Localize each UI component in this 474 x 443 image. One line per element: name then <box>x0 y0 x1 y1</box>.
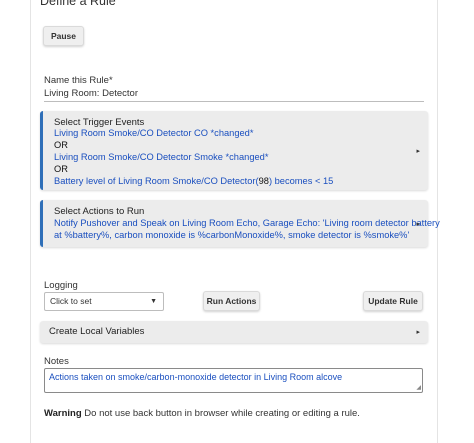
caret-right-icon: ▸ <box>416 221 420 228</box>
notes-textarea[interactable]: Actions taken on smoke/carbon-monoxide d… <box>44 368 423 393</box>
rule-name-input[interactable]: Living Room: Detector <box>44 88 138 99</box>
trigger-or-1: OR <box>54 140 68 150</box>
trigger-or-2: OR <box>54 164 68 174</box>
logging-select[interactable]: Click to set ▼ <box>44 292 164 311</box>
trigger-line-3: Battery level of Living Room Smoke/CO De… <box>54 176 333 186</box>
trigger-line-2: Living Room Smoke/CO Detector Smoke *cha… <box>54 152 269 162</box>
caret-right-icon: ▸ <box>416 329 420 336</box>
battery-value: 98 <box>258 176 269 186</box>
rule-name-underline <box>44 101 424 102</box>
local-variables-section[interactable]: Create Local Variables ▸ <box>40 321 428 343</box>
actions-section[interactable]: Select Actions to Run Notify Pushover an… <box>40 200 440 247</box>
run-actions-button[interactable]: Run Actions <box>203 291 260 311</box>
notes-label: Notes <box>44 356 69 367</box>
rule-name-label: Name this Rule* <box>44 75 113 86</box>
logging-label: Logging <box>44 280 78 291</box>
warning-label: Warning <box>44 408 82 419</box>
chevron-down-icon: ▼ <box>150 298 157 305</box>
action-line-1: Notify Pushover and Speak on Living Room… <box>54 218 440 228</box>
warning-message: Warning Do not use back button in browse… <box>44 408 360 419</box>
update-rule-button[interactable]: Update Rule <box>363 291 423 311</box>
warning-text: Do not use back button in browser while … <box>81 408 360 419</box>
page-title: Define a Rule <box>40 0 116 8</box>
trigger-line-1: Living Room Smoke/CO Detector CO *change… <box>54 128 254 138</box>
actions-title: Select Actions to Run <box>54 206 145 217</box>
trigger-events-section[interactable]: Select Trigger Events Living Room Smoke/… <box>40 111 428 190</box>
resize-handle-icon[interactable]: ◢ <box>416 384 421 391</box>
battery-prefix: Battery level of Living Room Smoke/CO De… <box>54 176 259 186</box>
caret-right-icon: ▸ <box>416 148 420 155</box>
logging-select-value: Click to set <box>50 296 92 306</box>
notes-value: Actions taken on smoke/carbon-monoxide d… <box>49 372 343 382</box>
local-variables-title: Create Local Variables <box>49 326 145 337</box>
pause-button[interactable]: Pause <box>43 26 84 46</box>
trigger-events-title: Select Trigger Events <box>54 117 145 128</box>
action-line-2: at %battery%, carbon monoxide is %carbon… <box>54 230 410 240</box>
battery-suffix: ) becomes < 15 <box>268 176 334 186</box>
